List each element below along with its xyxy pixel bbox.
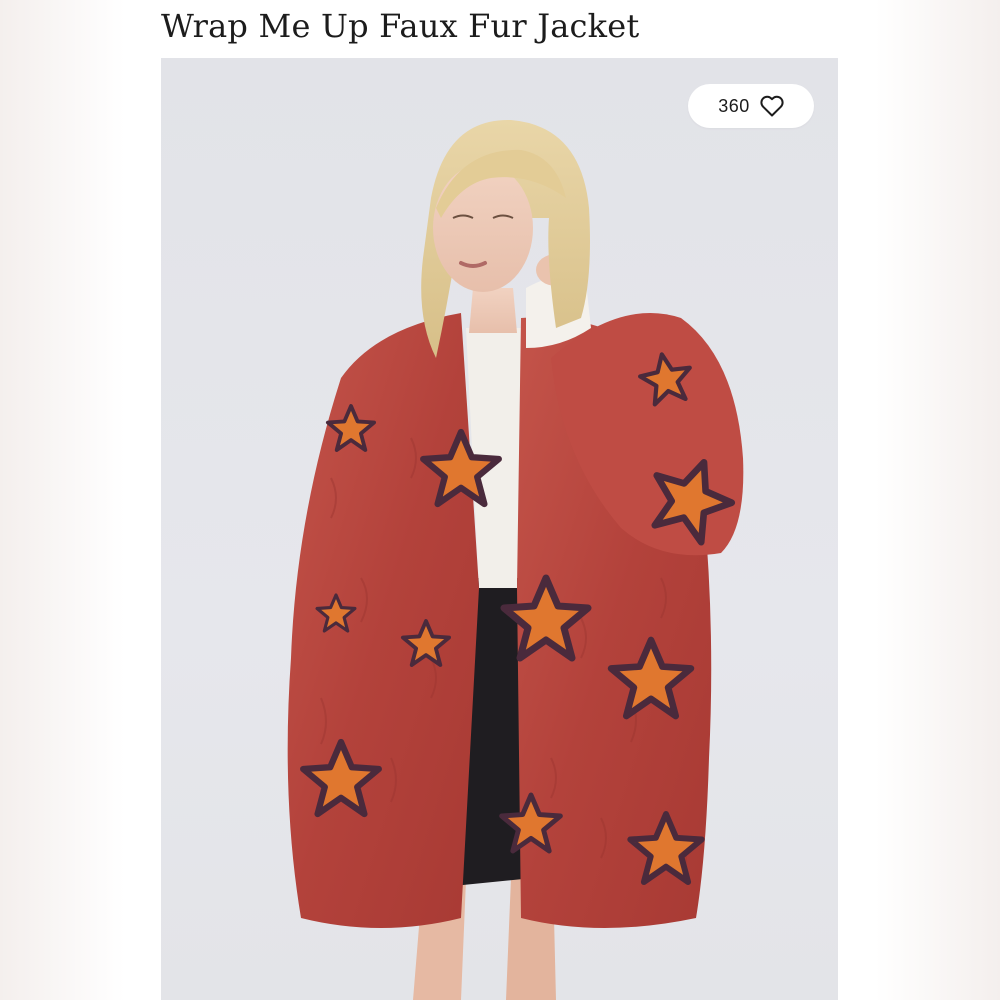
listing-photo[interactable]: 360 [161,58,838,1000]
page: Wrap Me Up Faux Fur Jacket 360 [0,0,1000,1000]
model-neck [469,288,517,333]
product-photo-illustration [287,119,744,1000]
like-button[interactable]: 360 [688,84,814,128]
like-count: 360 [718,95,750,116]
listing-title: Wrap Me Up Faux Fur Jacket [161,7,640,45]
model-face [433,164,533,292]
heart-outline-icon [760,95,784,117]
listing-card: Wrap Me Up Faux Fur Jacket 360 [125,0,875,1000]
